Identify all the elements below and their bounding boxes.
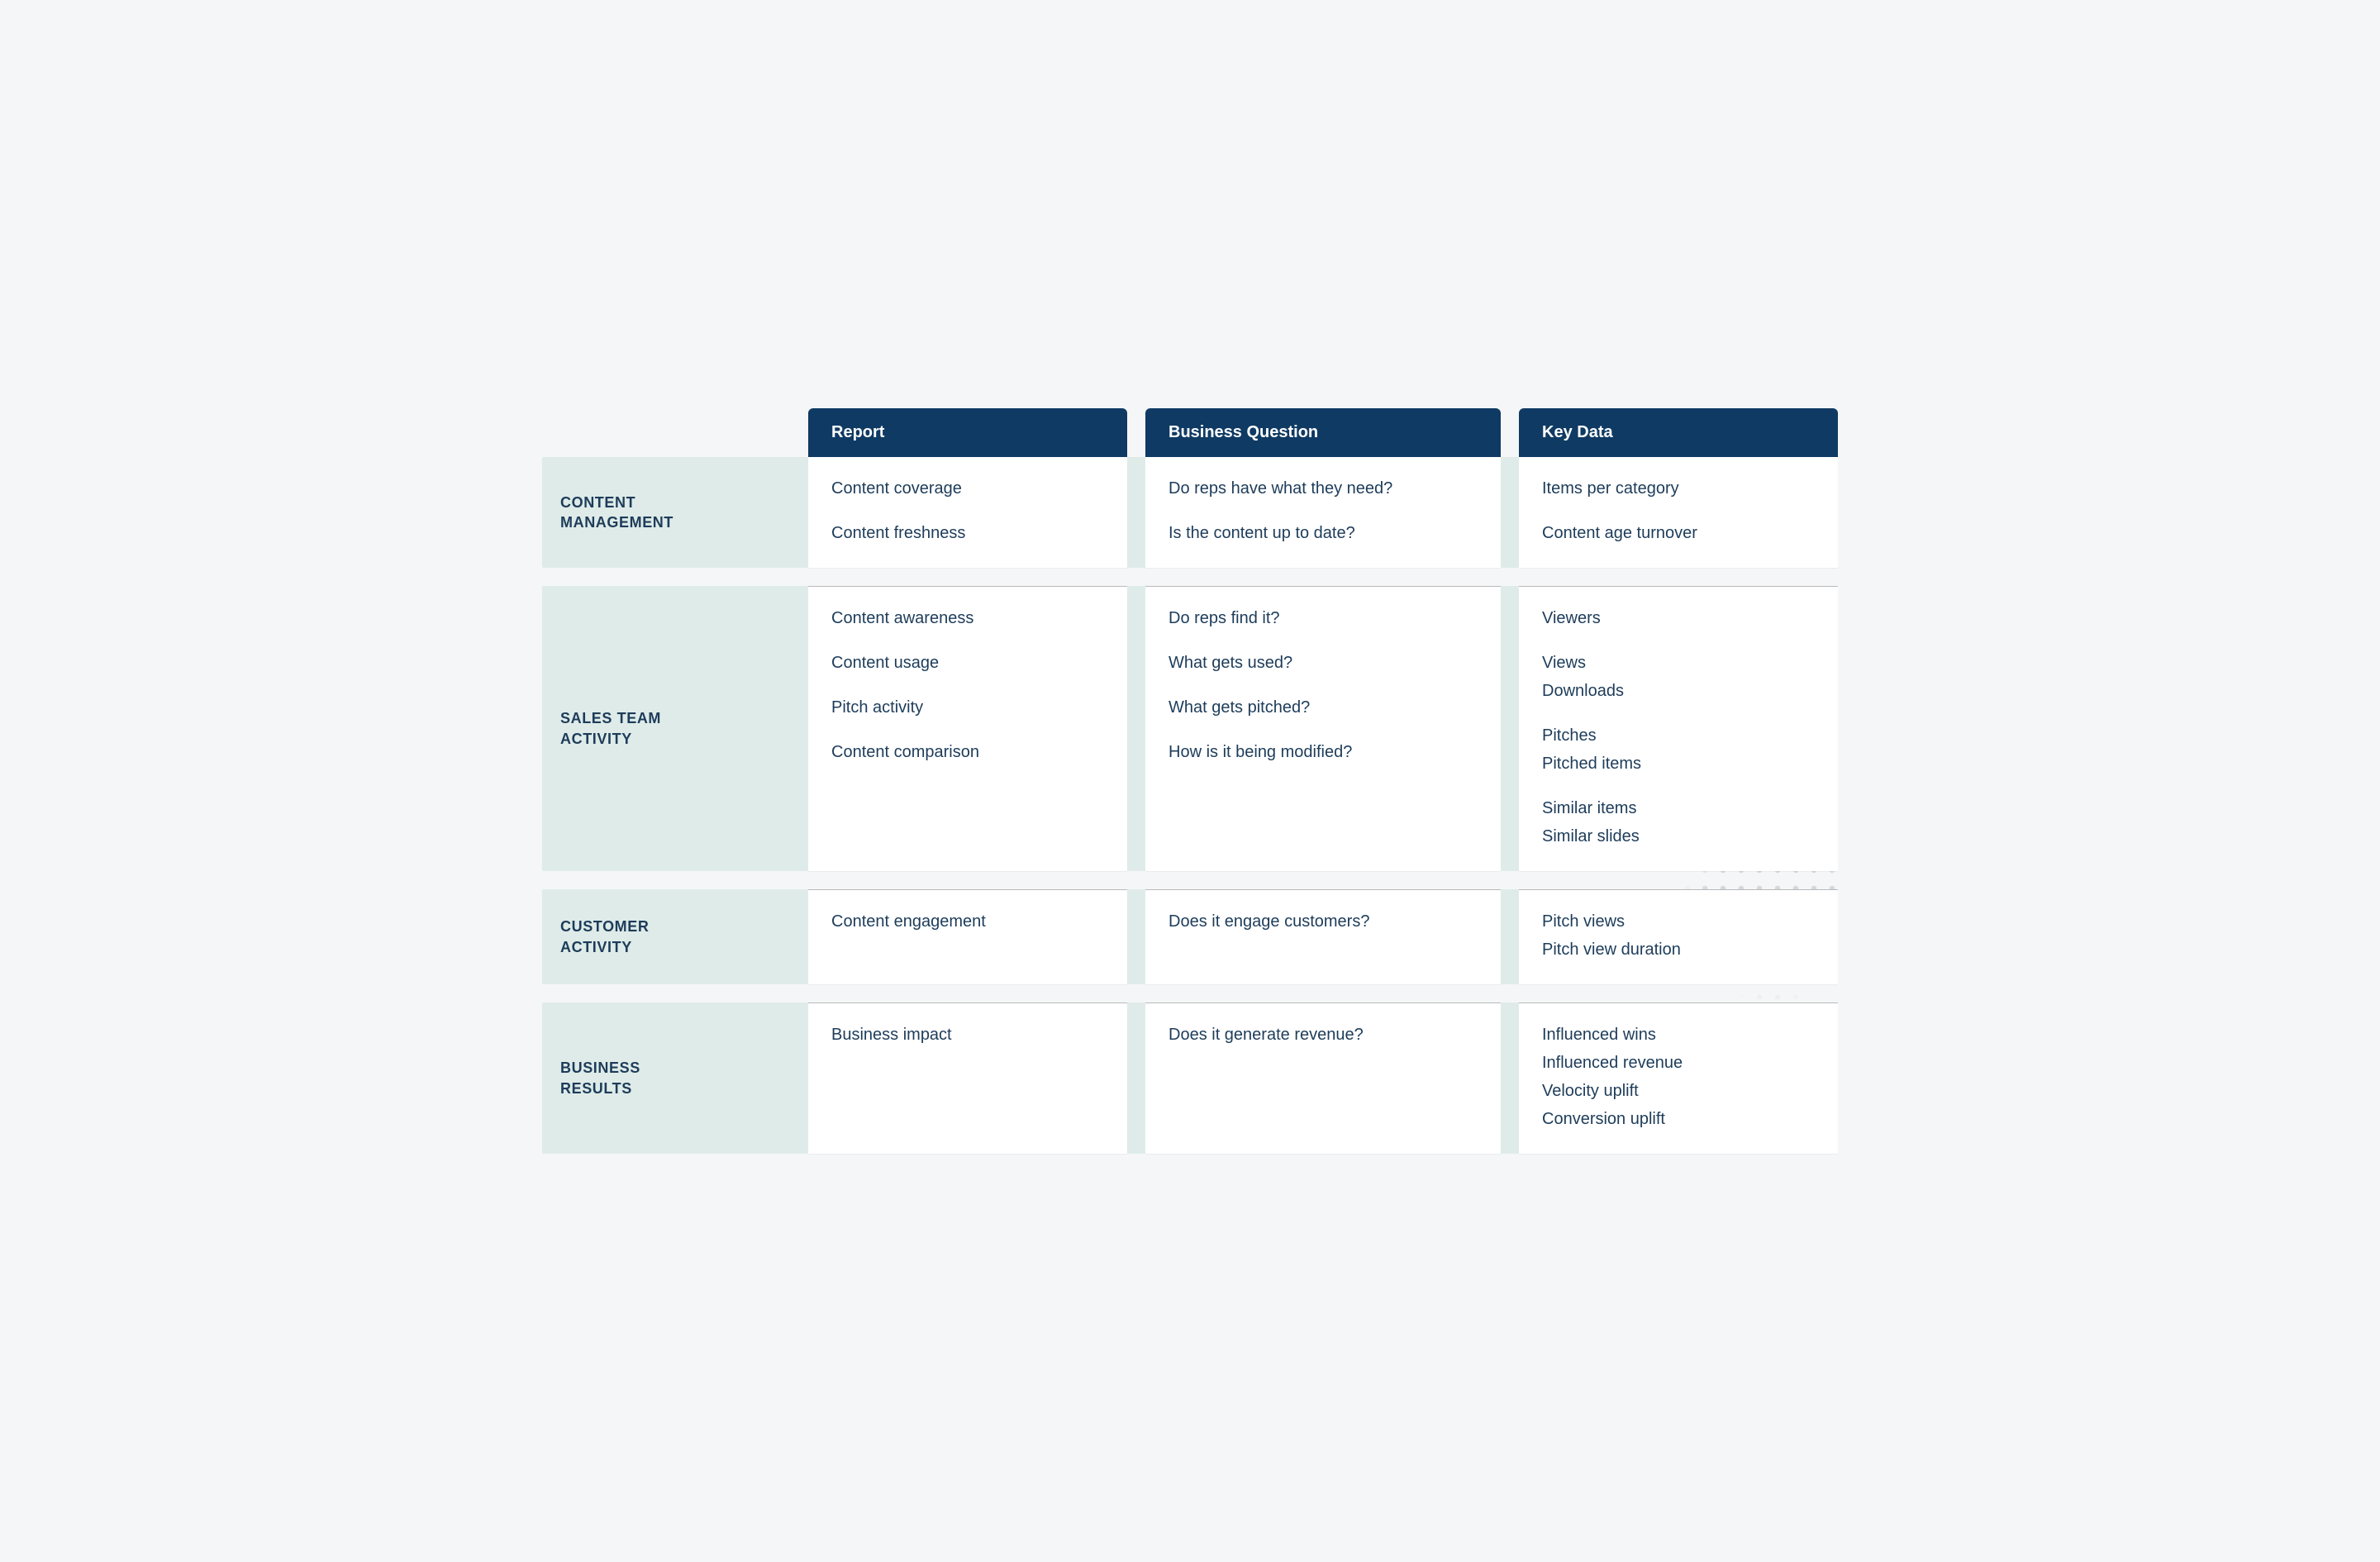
cell-keydata: Pitch viewsPitch view duration (1519, 889, 1838, 984)
cell-question: Does it generate revenue? (1145, 1002, 1501, 1154)
keydata-item: Velocity uplift (1542, 1078, 1815, 1104)
category-label: CUSTOMER ACTIVITY (542, 889, 790, 984)
cell-question: Does it engage customers? (1145, 889, 1501, 984)
column-header-keydata: Key Data (1519, 408, 1838, 457)
cell-keydata: Influenced winsInfluenced revenueVelocit… (1519, 1002, 1838, 1154)
category-label: CONTENT MANAGEMENT (542, 457, 790, 568)
cell-question: Do reps find it? What gets used? What gets… (1145, 586, 1501, 871)
report-item: Content engagement (831, 908, 1104, 935)
keydata-item: Similar items (1542, 795, 1815, 821)
keydata-item: Views (1542, 650, 1815, 676)
question-item: Do reps find it? (1169, 605, 1478, 631)
cell-report: Content awareness Content usage Pitch acti… (808, 586, 1127, 871)
question-item: What gets used? (1169, 650, 1478, 676)
cell-report: Business impact (808, 1002, 1127, 1154)
question-item: Is the content up to date? (1169, 520, 1478, 546)
question-item: Does it engage customers? (1169, 908, 1478, 935)
cell-report: Content coverage Content freshness (808, 457, 1127, 568)
column-header-report: Report (808, 408, 1127, 457)
keydata-item: Pitches (1542, 722, 1815, 749)
keydata-item: Conversion uplift (1542, 1106, 1815, 1132)
report-item: Content comparison (831, 739, 1104, 765)
keydata-item: Items per category (1542, 475, 1815, 502)
report-item: Content usage (831, 650, 1104, 676)
column-header-question: Business Question (1145, 408, 1501, 457)
question-item: Do reps have what they need? (1169, 475, 1478, 502)
question-item: Does it generate revenue? (1169, 1021, 1478, 1048)
report-item: Content awareness (831, 605, 1104, 631)
keydata-item: Influenced revenue (1542, 1050, 1815, 1076)
keydata-item: Downloads (1542, 678, 1815, 704)
report-item: Content coverage (831, 475, 1104, 502)
matrix-grid: Report Business Question Key Data CONTEN… (542, 408, 1838, 1154)
keydata-item: Content age turnover (1542, 520, 1815, 546)
diagram-frame: Report Business Question Key Data CONTEN… (542, 408, 1838, 1154)
keydata-item: Pitch views (1542, 908, 1815, 935)
report-item: Pitch activity (831, 694, 1104, 721)
cell-report: Content engagement (808, 889, 1127, 984)
category-label: SALES TEAM ACTIVITY (542, 586, 790, 871)
keydata-item: Pitch view duration (1542, 936, 1815, 963)
cell-keydata: Viewers ViewsDownloads PitchesPitched item… (1519, 586, 1838, 871)
category-label: BUSINESS RESULTS (542, 1002, 790, 1154)
question-item: What gets pitched? (1169, 694, 1478, 721)
cell-keydata: Items per category Content age turnover (1519, 457, 1838, 568)
keydata-item: Viewers (1542, 605, 1815, 631)
keydata-item: Pitched items (1542, 750, 1815, 777)
report-item: Business impact (831, 1021, 1104, 1048)
report-item: Content freshness (831, 520, 1104, 546)
keydata-item: Similar slides (1542, 823, 1815, 850)
cell-question: Do reps have what they need? Is the conte… (1145, 457, 1501, 568)
question-item: How is it being modified? (1169, 739, 1478, 765)
keydata-item: Influenced wins (1542, 1021, 1815, 1048)
